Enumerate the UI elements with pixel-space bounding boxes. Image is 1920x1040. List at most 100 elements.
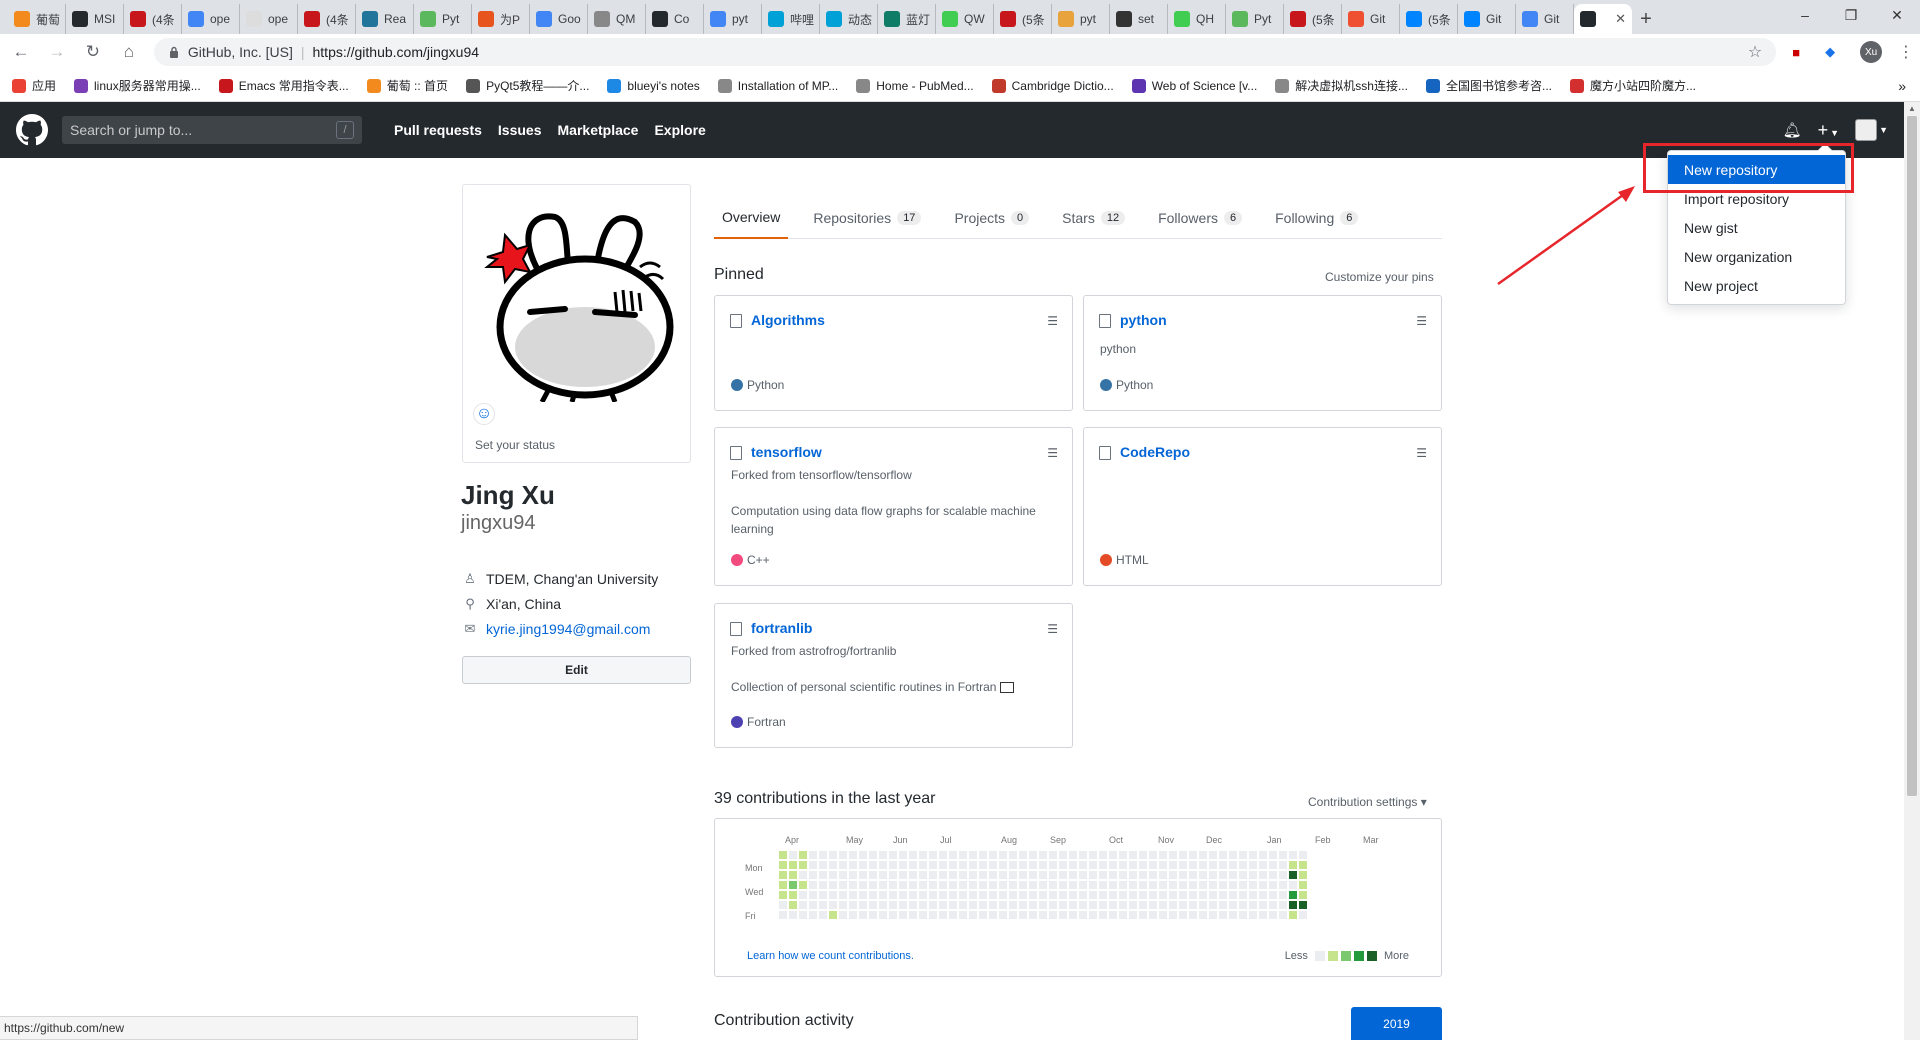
contribution-day[interactable]	[1179, 891, 1187, 899]
contribution-day[interactable]	[1189, 861, 1197, 869]
contribution-day[interactable]	[929, 861, 937, 869]
contribution-day[interactable]	[1099, 851, 1107, 859]
contribution-day[interactable]	[959, 901, 967, 909]
contribution-day[interactable]	[1199, 861, 1207, 869]
contribution-day[interactable]	[829, 901, 837, 909]
contribution-day[interactable]	[939, 901, 947, 909]
back-icon[interactable]: ←	[6, 37, 36, 67]
contribution-day[interactable]	[1119, 861, 1127, 869]
contribution-day[interactable]	[1159, 891, 1167, 899]
contribution-day[interactable]	[789, 851, 797, 859]
contribution-day[interactable]	[989, 881, 997, 889]
contribution-day[interactable]	[1279, 851, 1287, 859]
bookmark-item[interactable]: Emacs 常用指令表...	[218, 77, 349, 94]
repo-name-link[interactable]: Algorithms	[751, 312, 825, 328]
contribution-day[interactable]	[1059, 871, 1067, 879]
contribution-day[interactable]	[1079, 871, 1087, 879]
browser-tab[interactable]: set	[1110, 4, 1168, 34]
contribution-day[interactable]	[1069, 881, 1077, 889]
smiley-icon[interactable]: ☺	[473, 403, 495, 425]
contribution-day[interactable]	[1169, 891, 1177, 899]
contribution-day[interactable]	[1069, 901, 1077, 909]
contribution-day[interactable]	[1009, 861, 1017, 869]
contribution-day[interactable]	[1079, 911, 1087, 919]
contribution-day[interactable]	[1159, 871, 1167, 879]
contribution-day[interactable]	[1159, 851, 1167, 859]
contribution-day[interactable]	[1009, 911, 1017, 919]
forward-icon[interactable]: →	[42, 37, 72, 67]
contribution-day[interactable]	[1289, 871, 1297, 879]
contribution-day[interactable]	[1019, 871, 1027, 879]
contribution-day[interactable]	[1189, 851, 1197, 859]
contribution-day[interactable]	[909, 891, 917, 899]
browser-tab[interactable]: pyt	[1052, 4, 1110, 34]
contribution-day[interactable]	[1099, 881, 1107, 889]
browser-tab[interactable]: pyt	[704, 4, 762, 34]
contribution-day[interactable]	[1119, 881, 1127, 889]
contribution-day[interactable]	[999, 911, 1007, 919]
contribution-day[interactable]	[1289, 851, 1297, 859]
contribution-day[interactable]	[1189, 881, 1197, 889]
contribution-day[interactable]	[1259, 881, 1267, 889]
contribution-day[interactable]	[829, 881, 837, 889]
contribution-day[interactable]	[1219, 891, 1227, 899]
contribution-day[interactable]	[919, 851, 927, 859]
contribution-day[interactable]	[1019, 911, 1027, 919]
contribution-day[interactable]	[1019, 861, 1027, 869]
contribution-day[interactable]	[819, 901, 827, 909]
contribution-day[interactable]	[1269, 901, 1277, 909]
contribution-day[interactable]	[1209, 851, 1217, 859]
contribution-day[interactable]	[949, 911, 957, 919]
email-link[interactable]: kyrie.jing1994@gmail.com	[486, 621, 650, 637]
contribution-day[interactable]	[1159, 911, 1167, 919]
contribution-day[interactable]	[1129, 871, 1137, 879]
contribution-day[interactable]	[799, 851, 807, 859]
tab-repositories[interactable]: Repositories 17	[805, 196, 929, 239]
contribution-day[interactable]	[789, 871, 797, 879]
contribution-day[interactable]	[809, 871, 817, 879]
bookmark-item[interactable]: Cambridge Dictio...	[991, 78, 1114, 93]
contribution-day[interactable]	[1279, 891, 1287, 899]
contribution-day[interactable]	[1139, 881, 1147, 889]
contribution-day[interactable]	[889, 891, 897, 899]
contribution-day[interactable]	[1169, 881, 1177, 889]
contribution-day[interactable]	[869, 891, 877, 899]
contribution-day[interactable]	[1049, 901, 1057, 909]
contribution-day[interactable]	[999, 901, 1007, 909]
contribution-day[interactable]	[1159, 881, 1167, 889]
contribution-day[interactable]	[829, 891, 837, 899]
contribution-day[interactable]	[939, 911, 947, 919]
contribution-day[interactable]	[959, 861, 967, 869]
contribution-day[interactable]	[799, 881, 807, 889]
contribution-day[interactable]	[1169, 851, 1177, 859]
contribution-day[interactable]	[989, 871, 997, 879]
browser-tab[interactable]: QH	[1168, 4, 1226, 34]
contribution-day[interactable]	[1039, 861, 1047, 869]
contribution-day[interactable]	[1049, 891, 1057, 899]
contribution-day[interactable]	[1229, 851, 1237, 859]
contribution-day[interactable]	[1199, 891, 1207, 899]
contribution-day[interactable]	[1059, 881, 1067, 889]
repo-name-link[interactable]: CodeRepo	[1120, 444, 1190, 460]
contribution-day[interactable]	[1059, 901, 1067, 909]
contribution-day[interactable]	[1239, 871, 1247, 879]
contribution-day[interactable]	[879, 871, 887, 879]
contribution-day[interactable]	[909, 861, 917, 869]
profile-avatar[interactable]: Xu	[1860, 41, 1883, 63]
browser-tab[interactable]: 哔哩	[762, 4, 820, 34]
contribution-day[interactable]	[909, 881, 917, 889]
contribution-day[interactable]	[1179, 861, 1187, 869]
drag-grip-icon[interactable]: ☰	[1047, 446, 1058, 460]
scrollbar-thumb[interactable]	[1907, 116, 1917, 796]
contribution-day[interactable]	[939, 881, 947, 889]
contribution-day[interactable]	[979, 851, 987, 859]
bookmark-item[interactable]: 全国图书馆参考咨...	[1425, 77, 1552, 94]
contribution-day[interactable]	[1299, 891, 1307, 899]
contribution-day[interactable]	[1129, 881, 1137, 889]
bookmark-item[interactable]: 应用	[12, 77, 56, 94]
contribution-day[interactable]	[1119, 901, 1127, 909]
contribution-day[interactable]	[1249, 851, 1257, 859]
contribution-day[interactable]	[1239, 881, 1247, 889]
contribution-day[interactable]	[999, 891, 1007, 899]
contribution-day[interactable]	[1099, 911, 1107, 919]
